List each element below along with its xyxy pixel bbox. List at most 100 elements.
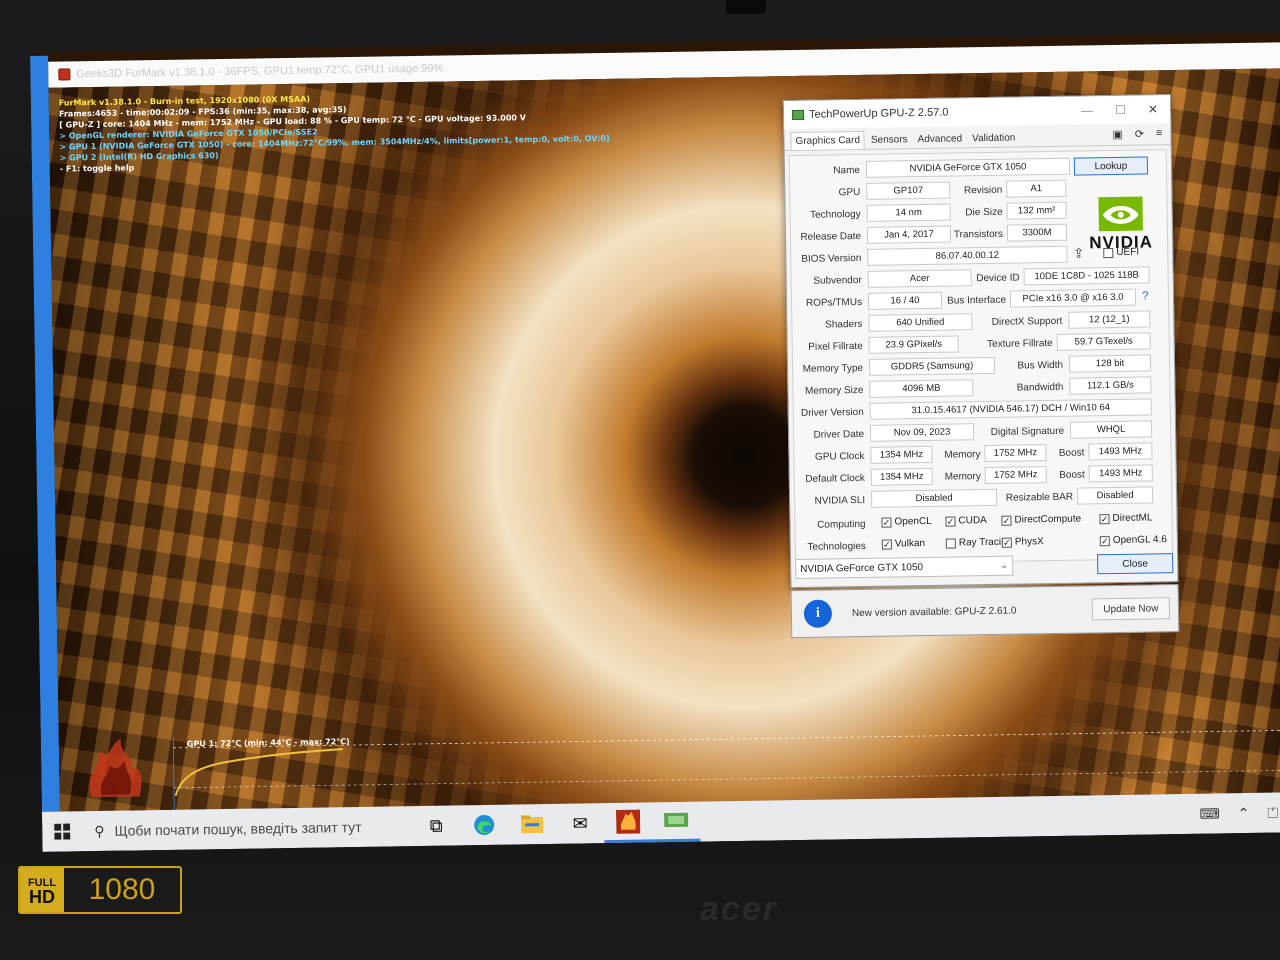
update-message: New version available: GPU-Z 2.61.0 xyxy=(851,605,1017,619)
driver-date-label: Driver Date xyxy=(813,428,865,441)
resizable-bar-value: Disabled xyxy=(1076,486,1154,505)
camera-icon[interactable]: ▣ xyxy=(1112,128,1123,141)
tab-sensors[interactable]: Sensors xyxy=(867,131,912,149)
die-size-label: Die Size xyxy=(965,206,1003,219)
checkbox-opengl-4-6[interactable]: ✓ OpenGL 4.6 xyxy=(1099,534,1167,546)
checkbox-box: ✓ xyxy=(1001,537,1012,548)
directx-support-label: DirectX Support xyxy=(991,315,1063,328)
boost-label: Boost xyxy=(1058,447,1085,459)
close-button[interactable]: Close xyxy=(1097,553,1174,575)
edge-icon[interactable] xyxy=(460,805,509,846)
device-id-value: 10DE 1C8D - 1025 118B xyxy=(1023,266,1150,286)
uefi-checkbox[interactable]: UEFI xyxy=(1103,247,1139,259)
gpuz-taskbar-icon[interactable] xyxy=(651,801,701,843)
device-id-label: Device ID xyxy=(976,272,1020,285)
graphics-card-panel: Name NVIDIA GeForce GTX 1050 Lookup GPU … xyxy=(788,149,1174,566)
menu-icon[interactable]: ≡ xyxy=(1156,127,1163,140)
checkbox-box: ✓ xyxy=(945,516,956,527)
driver-version-label: Driver Version xyxy=(800,406,864,419)
bandwidth-label: Bandwidth xyxy=(1016,381,1064,394)
minimize-icon[interactable]: — xyxy=(1081,103,1093,117)
default-clock-label: Default Clock xyxy=(805,472,865,485)
checkbox-label: DirectML xyxy=(1112,512,1153,525)
uefi-checkbox-box xyxy=(1103,247,1114,258)
start-button[interactable] xyxy=(42,811,83,852)
checkbox-label: CUDA xyxy=(958,515,987,527)
rops-tmus-value: 16 / 40 xyxy=(867,291,943,310)
close-icon[interactable]: ✕ xyxy=(1148,102,1158,116)
default-boost-value: 1493 MHz xyxy=(1088,464,1153,483)
gpu-select-dropdown[interactable]: NVIDIA GeForce GTX 1050 ⌄ xyxy=(795,555,1014,580)
bus-width-label: Bus Width xyxy=(1017,359,1064,372)
info-icon: i xyxy=(803,599,833,628)
checkbox-cuda[interactable]: ✓ CUDA xyxy=(945,515,987,527)
computing-checkboxes: ✓ OpenCL ✓ CUDA ✓ DirectCompute ✓ DirectML xyxy=(790,150,1166,527)
memory-clock-value: 1752 MHz xyxy=(984,444,1047,463)
checkbox-directcompute[interactable]: ✓ DirectCompute xyxy=(1001,514,1081,526)
checkbox-directml[interactable]: ✓ DirectML xyxy=(1099,512,1153,525)
gpu-select-value: NVIDIA GeForce GTX 1050 xyxy=(800,561,924,575)
transistors-label: Transistors xyxy=(953,228,1004,241)
revision-value: A1 xyxy=(1006,179,1067,198)
technology-value: 14 nm xyxy=(866,203,951,222)
furmark-app-icon xyxy=(58,68,71,81)
help-icon[interactable]: ? xyxy=(1142,288,1149,302)
checkbox-vulkan[interactable]: ✓ Vulkan xyxy=(881,538,925,550)
bios-version-label: BIOS Version xyxy=(801,252,862,265)
checkbox-opencl[interactable]: ✓ OpenCL xyxy=(881,516,932,528)
gpuz-tabs: Graphics Card Sensors Advanced Validatio… xyxy=(784,123,1171,152)
resizable-bar-label: Resizable BAR xyxy=(1005,491,1074,504)
gpu-label: GPU xyxy=(838,186,861,199)
checkbox-box: ✓ xyxy=(1001,515,1012,526)
mail-icon[interactable]: ✉ xyxy=(556,803,605,844)
digital-signature-value: WHQL xyxy=(1069,420,1153,439)
sticker-hd: HD xyxy=(29,887,55,907)
task-view-icon[interactable]: ⧉ xyxy=(412,805,461,846)
bus-width-value: 128 bit xyxy=(1068,354,1152,373)
laptop-screen: Geeks3D FurMark v1.38.1.0 - 36FPS, GPU1 … xyxy=(30,32,1280,852)
refresh-icon[interactable]: ⟳ xyxy=(1135,128,1144,141)
network-icon[interactable]: ⏍ xyxy=(1267,804,1278,821)
checkbox-box: ✓ xyxy=(881,539,892,550)
share-icon[interactable]: ⇪ xyxy=(1073,245,1084,261)
gpuz-window: TechPowerUp GPU-Z 2.57.0 — ☐ ✕ Graphics … xyxy=(782,94,1179,589)
nvidia-sli-label: NVIDIA SLI xyxy=(814,494,866,507)
die-size-value: 132 mm² xyxy=(1006,201,1067,220)
bus-interface-value: PCIe x16 3.0 @ x16 3.0 xyxy=(1009,288,1137,308)
gpuz-footer: NVIDIA GeForce GTX 1050 ⌄ Close xyxy=(795,553,1174,583)
chevron-up-icon[interactable]: ⌃ xyxy=(1238,804,1250,821)
pixel-fillrate-value: 23.9 GPixel/s xyxy=(868,335,959,354)
computing-label: Computing xyxy=(817,518,866,531)
name-value: NVIDIA GeForce GTX 1050 xyxy=(865,157,1071,178)
nvidia-logo: NVIDIA xyxy=(1080,194,1161,252)
technology-label: Technology xyxy=(809,208,861,221)
gpu-clock-value: 1354 MHz xyxy=(870,445,933,464)
memory-type-label: Memory Type xyxy=(802,362,864,375)
texture-fillrate-value: 59.7 GTexel/s xyxy=(1056,332,1151,351)
uefi-label: UEFI xyxy=(1116,246,1140,258)
file-explorer-icon[interactable] xyxy=(508,804,557,845)
furmark-taskbar-icon[interactable] xyxy=(603,802,653,844)
default-clock-value: 1354 MHz xyxy=(870,467,933,486)
memory-clock-label: Memory xyxy=(944,449,981,461)
default-memory-value: 1752 MHz xyxy=(984,466,1047,485)
maximize-icon[interactable]: ☐ xyxy=(1115,103,1126,117)
transistors-value: 3300M xyxy=(1006,223,1068,242)
lookup-button[interactable]: Lookup xyxy=(1073,156,1149,176)
bus-interface-label: Bus Interface xyxy=(947,294,1007,307)
brand-logo: acer xyxy=(700,890,778,928)
subvendor-label: Subvendor xyxy=(813,274,862,287)
keyboard-icon[interactable]: ⌨ xyxy=(1199,805,1219,822)
taskbar-search[interactable]: ⚲ Щоби почати пошук, введіть запит тут xyxy=(82,806,413,851)
tab-validation[interactable]: Validation xyxy=(968,129,1019,147)
checkbox-box xyxy=(945,538,956,549)
search-icon: ⚲ xyxy=(94,822,105,839)
update-now-button[interactable]: Update Now xyxy=(1091,597,1171,621)
pixel-fillrate-label: Pixel Fillrate xyxy=(808,340,863,353)
shaders-label: Shaders xyxy=(825,318,863,331)
tab-advanced[interactable]: Advanced xyxy=(914,130,967,148)
release-date-value: Jan 4, 2017 xyxy=(866,225,952,244)
gpuz-app-icon xyxy=(792,109,805,121)
tab-graphics-card[interactable]: Graphics Card xyxy=(790,130,866,151)
checkbox-physx[interactable]: ✓ PhysX xyxy=(1001,536,1044,548)
